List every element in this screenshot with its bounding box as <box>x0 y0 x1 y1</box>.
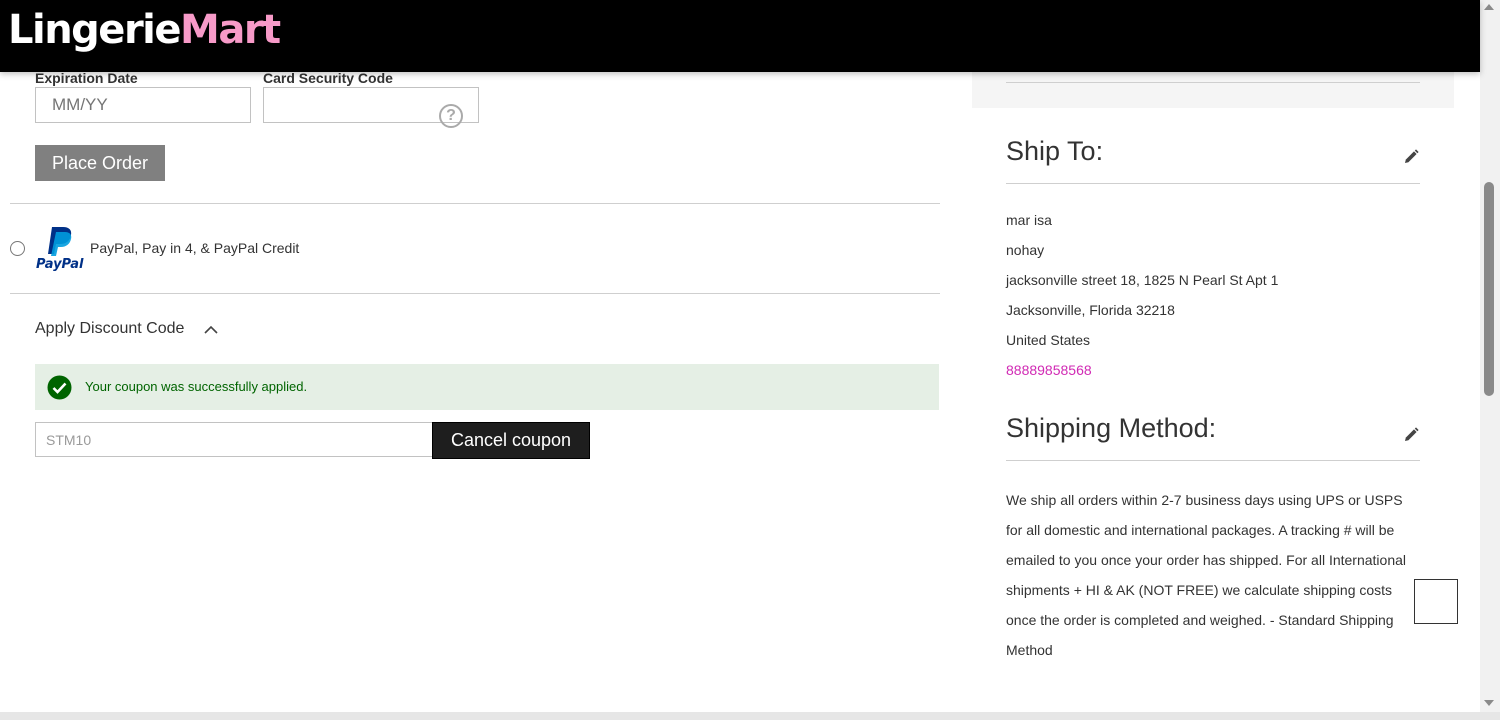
card-security-code-label: Card Security Code <box>263 70 393 86</box>
coupon-code-input[interactable] <box>35 422 433 457</box>
edit-shipping-method-pencil-icon[interactable] <box>1402 426 1420 444</box>
shipping-method-heading: Shipping Method: <box>1006 413 1217 443</box>
scrollbar-thumb[interactable] <box>1484 182 1494 396</box>
paypal-logo: PayPal <box>35 225 85 272</box>
checkout-page: Expiration Date Card Security Code ? Pla… <box>0 0 1480 712</box>
place-order-button[interactable]: Place Order <box>35 145 165 181</box>
logo-text-mart: Mart <box>180 7 281 53</box>
divider <box>1006 460 1420 461</box>
success-text: Your coupon was successfully applied. <box>85 379 308 394</box>
ship-to-street: jacksonville street 18, 1825 N Pearl St … <box>1006 272 1279 288</box>
divider <box>10 203 940 204</box>
check-circle-icon <box>47 375 72 400</box>
edit-ship-to-pencil-icon[interactable] <box>1402 148 1420 166</box>
divider <box>1006 183 1420 184</box>
chevron-up-icon[interactable] <box>203 322 219 338</box>
divider <box>10 293 940 294</box>
ship-to-name: mar isa <box>1006 212 1052 228</box>
paypal-option-label[interactable]: PayPal, Pay in 4, & PayPal Credit <box>90 240 299 256</box>
scroll-down-arrow-icon[interactable] <box>1484 700 1494 706</box>
ship-to-phone-link[interactable]: 88889858568 <box>1006 362 1092 378</box>
coupon-success-message: Your coupon was successfully applied. <box>35 364 939 410</box>
order-summary-panel <box>972 72 1454 108</box>
window-bottom-edge <box>0 712 1500 720</box>
cancel-coupon-button[interactable]: Cancel coupon <box>432 422 590 459</box>
ship-to-city: Jacksonville, Florida 32218 <box>1006 302 1175 318</box>
logo-text-lingerie: Lingerie <box>8 7 182 53</box>
apply-discount-code-toggle[interactable]: Apply Discount Code <box>35 320 184 338</box>
ship-to-country: United States <box>1006 332 1091 348</box>
divider <box>1006 82 1420 83</box>
scroll-up-arrow-icon[interactable] <box>1484 4 1494 10</box>
expiration-date-input[interactable] <box>35 87 251 123</box>
paypal-logo-text: PayPal <box>36 257 84 271</box>
help-icon[interactable]: ? <box>439 104 463 128</box>
ship-to-heading: Ship To: <box>1006 136 1104 166</box>
ship-to-company: nohay <box>1006 242 1045 258</box>
site-header: LingerieMart <box>0 0 1480 72</box>
expiration-date-label: Expiration Date <box>35 70 138 86</box>
site-logo[interactable]: LingerieMart <box>8 7 281 53</box>
paypal-radio[interactable] <box>10 241 25 256</box>
shipping-method-description: We ship all orders within 2-7 business d… <box>1006 492 1407 658</box>
floating-widget-box[interactable] <box>1414 579 1458 624</box>
